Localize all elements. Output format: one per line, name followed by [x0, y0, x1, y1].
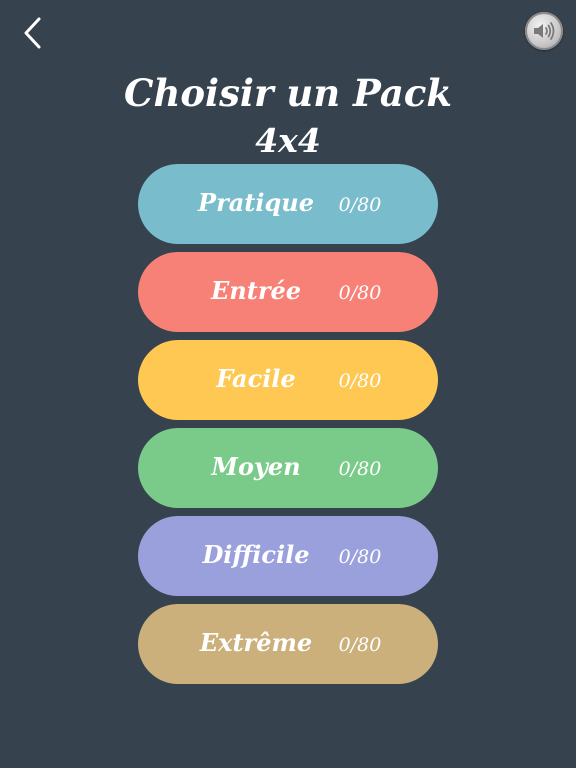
- pack-button-pratique[interactable]: Pratique 0/80: [138, 164, 438, 244]
- back-button[interactable]: [18, 14, 48, 54]
- pack-progress: 0/80: [338, 370, 382, 392]
- speaker-icon: [534, 22, 555, 40]
- pack-progress: 0/80: [338, 546, 382, 568]
- chevron-left-icon: [24, 17, 41, 49]
- pack-list: Pratique 0/80 Entrée 0/80 Facile 0/80 Mo…: [138, 164, 438, 692]
- pack-button-entree[interactable]: Entrée 0/80: [138, 252, 438, 332]
- pack-progress: 0/80: [338, 282, 382, 304]
- page-subtitle: 4x4: [255, 121, 321, 160]
- pack-progress: 0/80: [338, 194, 382, 216]
- pack-progress: 0/80: [338, 634, 382, 656]
- pack-button-difficile[interactable]: Difficile 0/80: [138, 516, 438, 596]
- sound-toggle-button[interactable]: [525, 12, 563, 50]
- pack-progress: 0/80: [338, 458, 382, 480]
- pack-button-moyen[interactable]: Moyen 0/80: [138, 428, 438, 508]
- page-title: Choisir un Pack: [124, 71, 452, 115]
- pack-button-facile[interactable]: Facile 0/80: [138, 340, 438, 420]
- pack-button-extreme[interactable]: Extrême 0/80: [138, 604, 438, 684]
